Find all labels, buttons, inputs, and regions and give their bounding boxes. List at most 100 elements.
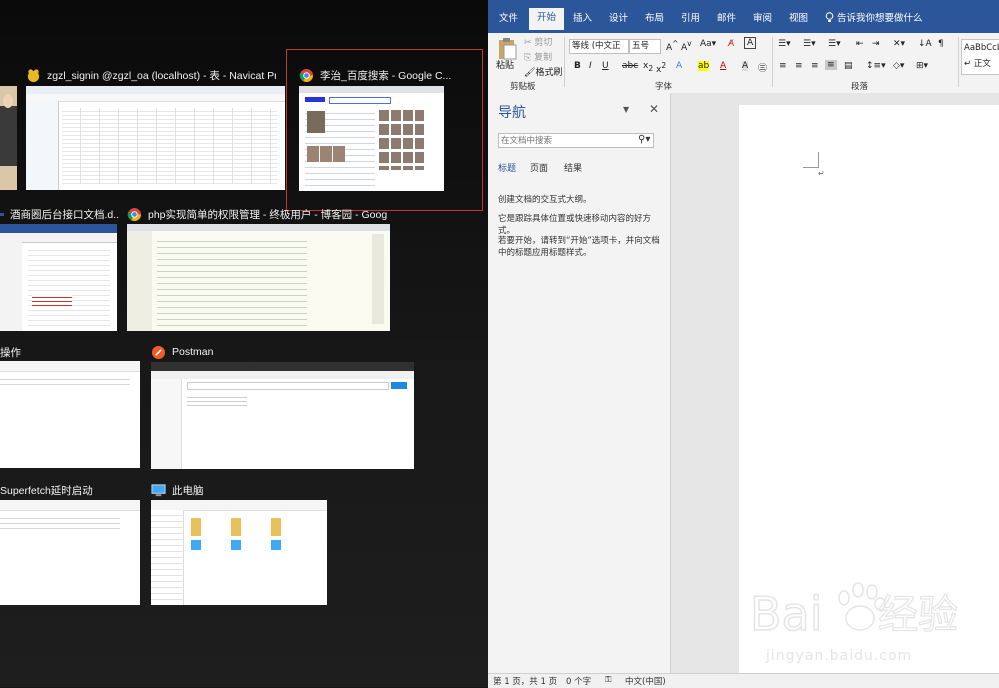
window-title-text: 操作 <box>0 346 21 359</box>
window-thumbnail-postman[interactable] <box>151 362 414 469</box>
window-title-this-pc[interactable]: 此电脑 <box>151 481 271 499</box>
cut-label: 剪切 <box>534 38 553 48</box>
nav-tab-results[interactable]: 结果 <box>564 161 582 174</box>
decrease-indent-icon[interactable]: ⇤ <box>856 39 864 49</box>
nav-options-icon[interactable]: ▼ <box>623 105 629 114</box>
subscript-icon[interactable]: x2 <box>643 61 653 73</box>
window-thumbnail-this-pc[interactable] <box>151 500 327 605</box>
tab-mailings[interactable]: 邮件 <box>717 10 736 24</box>
style-name: ↵ 正文 <box>964 59 991 69</box>
tell-me-box[interactable]: 告诉我你想要做什么 <box>825 10 923 24</box>
tab-home[interactable]: 开始 <box>529 8 565 30</box>
nav-message: 若要开始，请转到“开始”选项卡，并向文档中的标题应用标题样式。 <box>498 236 660 258</box>
increase-indent-icon[interactable]: ⇥ <box>872 39 880 49</box>
watermark-domain: jingyan.baidu.com <box>766 648 913 664</box>
window-title-navicat[interactable]: zgzl_signin @zgzl_oa (localhost) - 表 - N… <box>26 66 276 84</box>
enclose-char-icon[interactable]: ㊂ <box>758 61 767 74</box>
divider <box>958 37 959 87</box>
postman-icon <box>151 345 166 359</box>
tab-layout[interactable]: 布局 <box>645 10 664 24</box>
grow-font-icon[interactable]: A^ <box>666 39 678 53</box>
tab-file[interactable]: 文件 <box>499 10 518 24</box>
nav-tab-pages[interactable]: 页面 <box>530 161 548 174</box>
scissors-icon: ✂ <box>524 38 532 48</box>
chinese-layout-icon[interactable]: ✕▾ <box>893 39 905 49</box>
underline-icon[interactable]: U <box>602 61 609 71</box>
font-size-select[interactable]: 五号 <box>629 39 661 54</box>
nav-search-input[interactable] <box>498 133 654 148</box>
clipboard-group-label: 剪贴板 <box>510 82 536 92</box>
cut-button[interactable]: ✂ 剪切 <box>524 35 552 48</box>
format-painter-label: 格式刷 <box>535 68 563 78</box>
close-icon[interactable]: ✕ <box>649 102 659 116</box>
copy-button[interactable]: ⎘ 复制 <box>524 50 552 63</box>
word-count[interactable]: 0 个字 <box>566 675 591 687</box>
shading-icon[interactable]: ◇▾ <box>893 61 904 71</box>
style-normal[interactable]: AaBbCcL ↵ 正文 <box>961 39 999 75</box>
multilevel-list-icon[interactable]: ☰▾ <box>828 39 841 49</box>
clear-format-icon[interactable]: A̸ <box>728 39 734 49</box>
tab-view[interactable]: 视图 <box>789 10 808 24</box>
navigation-pane: 导航 ▼ ✕ ⚲▾ 标题 页面 结果 创建文档的交互式大纲。 它是跟踪具体位置或… <box>488 93 671 673</box>
text-effects-icon[interactable]: A <box>676 61 682 71</box>
window-title-explorer-ops[interactable]: 操作 <box>0 343 60 361</box>
window-thumbnail-navicat[interactable] <box>26 86 285 190</box>
format-painter-button[interactable]: 🖌格式刷 <box>524 65 562 78</box>
divider <box>772 37 773 87</box>
distributed-icon[interactable]: ▤ <box>844 61 853 71</box>
chrome-icon <box>299 68 314 82</box>
window-thumbnail-word-doc[interactable] <box>0 224 117 331</box>
word-icon <box>0 212 4 216</box>
window-title-superfetch[interactable]: Superfetch延时启动 <box>0 481 110 499</box>
window-thumbnail-explorer-ops[interactable] <box>0 361 140 468</box>
italic-icon[interactable]: I <box>589 61 592 71</box>
tab-references[interactable]: 引用 <box>681 10 700 24</box>
show-marks-icon[interactable]: ¶ <box>938 39 944 49</box>
window-title-word-doc[interactable]: 酒商圈后台接口文档.d... <box>0 205 120 223</box>
strikethrough-icon[interactable]: abc <box>622 61 638 71</box>
tab-review[interactable]: 审阅 <box>753 10 772 24</box>
font-group-label: 字体 <box>655 82 673 92</box>
ribbon-tab-bar: 文件 开始 插入 设计 布局 引用 邮件 审阅 视图 告诉我你想要做什么 <box>488 0 999 33</box>
proofing-icon[interactable]: ⚿ <box>605 675 611 685</box>
change-case-icon[interactable]: Aa▾ <box>700 39 716 49</box>
char-shading-icon[interactable]: A <box>742 61 749 71</box>
highlight-icon[interactable]: ab <box>698 61 710 71</box>
copy-icon: ⎘ <box>524 53 532 63</box>
bullets-icon[interactable]: ☰▾ <box>778 39 791 49</box>
sort-icon[interactable]: ↓A <box>918 39 932 49</box>
window-title-chrome-blog[interactable]: php实现简单的权限管理 - 终极用户 - 博客园 - Google Chr..… <box>127 205 387 223</box>
search-icon[interactable]: ⚲▾ <box>638 134 650 145</box>
align-left-icon[interactable]: ≡ <box>779 61 787 71</box>
bold-icon[interactable]: B <box>574 61 581 71</box>
numbering-icon[interactable]: ☰▾ <box>803 39 816 49</box>
justify-icon[interactable]: ≡ <box>825 60 837 70</box>
ribbon-home: 粘贴 ✂ 剪切 ⎘ 复制 🖌格式刷 剪贴板 等线 (中文正 五号 A^ Av A… <box>488 33 999 94</box>
page-count[interactable]: 第 1 页，共 1 页 <box>493 675 557 687</box>
window-title-chrome-baidu[interactable]: 李治_百度搜索 - Google C... <box>299 66 475 84</box>
font-name-select[interactable]: 等线 (中文正 <box>569 39 629 54</box>
tab-insert[interactable]: 插入 <box>573 10 592 24</box>
font-color-icon[interactable]: A <box>720 61 726 71</box>
superscript-icon[interactable]: x2 <box>656 61 666 75</box>
window-title-postman[interactable]: Postman <box>151 343 271 361</box>
window-title-text: 酒商圈后台接口文档.d... <box>10 208 120 221</box>
window-title-text: zgzl_signin @zgzl_oa (localhost) - 表 - N… <box>47 69 276 82</box>
nav-tab-headings[interactable]: 标题 <box>498 161 516 174</box>
borders-icon[interactable]: ⊞▾ <box>916 61 928 71</box>
line-spacing-icon[interactable]: ↕≡▾ <box>866 61 886 71</box>
align-right-icon[interactable]: ≡ <box>811 61 819 71</box>
tab-design[interactable]: 设计 <box>609 10 628 24</box>
align-center-icon[interactable]: ≡ <box>795 61 803 71</box>
window-thumbnail-superfetch[interactable] <box>0 500 140 605</box>
baidu-brand-text: Bai <box>750 587 823 641</box>
paste-button[interactable]: 粘贴 <box>496 58 514 71</box>
language-indicator[interactable]: 中文(中国) <box>625 675 666 687</box>
shrink-font-icon[interactable]: Av <box>681 39 692 53</box>
lightbulb-icon <box>825 11 834 22</box>
window-thumbnail-photo[interactable] <box>0 86 17 190</box>
window-thumbnail-chrome-baidu[interactable] <box>299 86 444 191</box>
window-thumbnail-chrome-blog[interactable] <box>127 224 390 331</box>
text-border-icon[interactable]: A <box>744 37 757 49</box>
window-title-text: php实现简单的权限管理 - 终极用户 - 博客园 - Google Chr..… <box>148 208 387 221</box>
